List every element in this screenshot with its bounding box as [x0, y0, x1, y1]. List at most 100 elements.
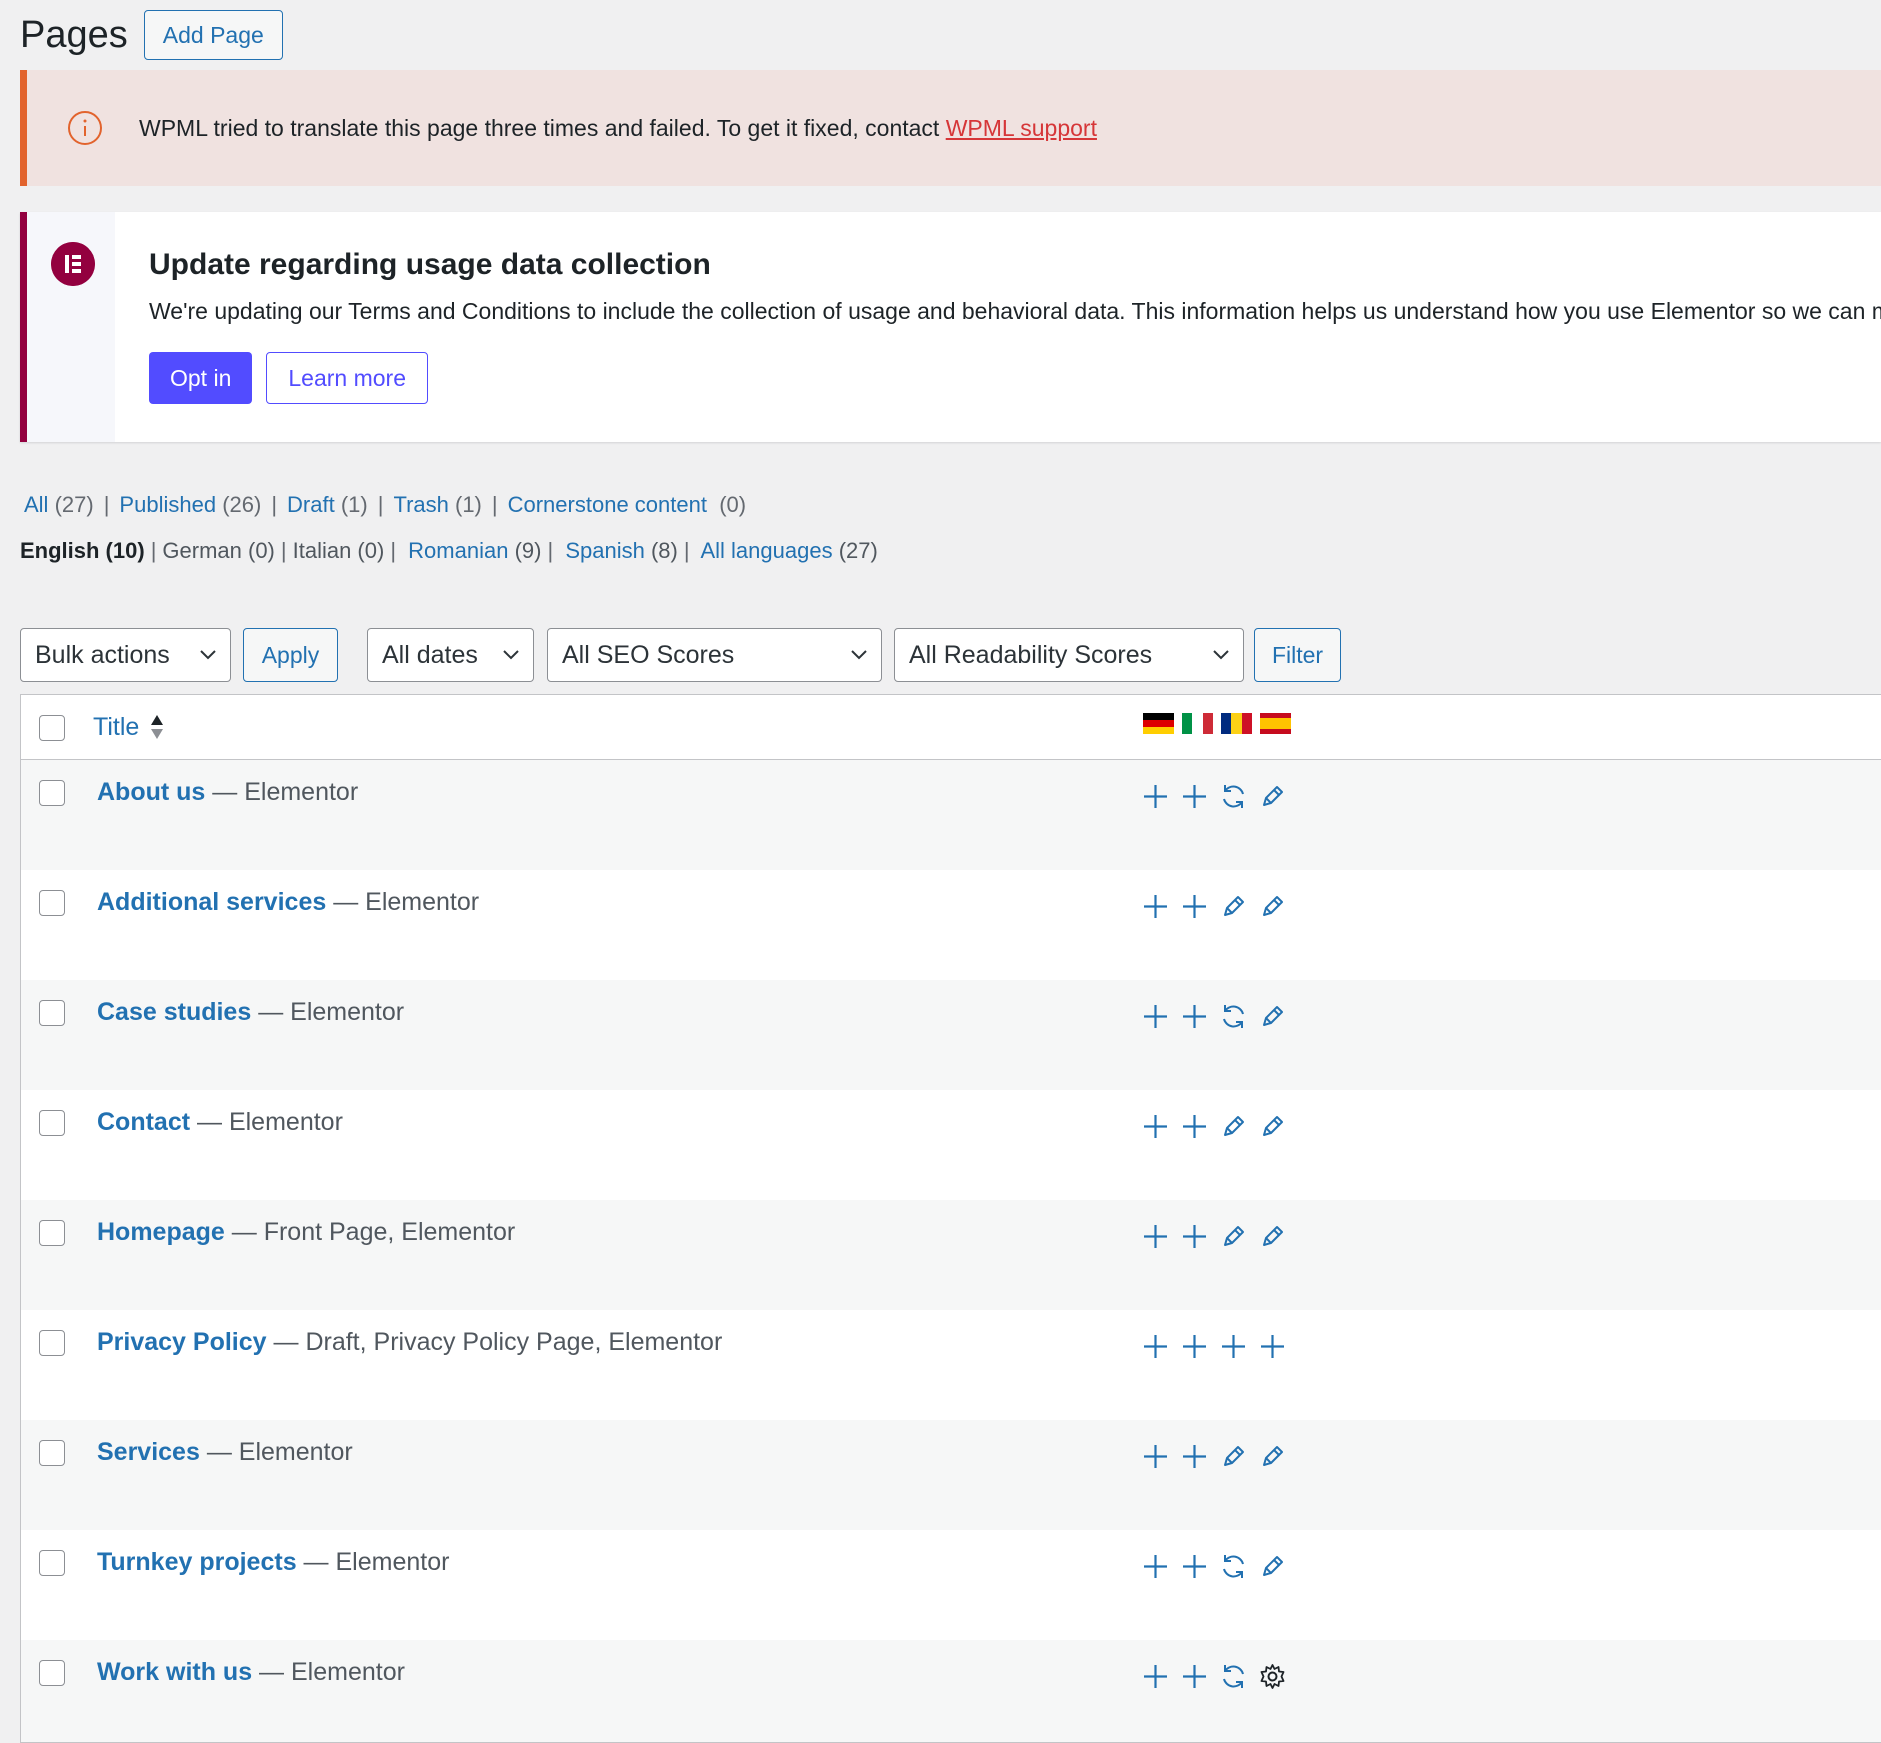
- edit-translation-icon[interactable]: [1219, 1112, 1248, 1146]
- row-title: Turnkey projects — Elementor: [97, 1548, 449, 1577]
- romanian-flag-icon[interactable]: [1221, 713, 1252, 734]
- refresh-translation-icon[interactable]: [1219, 1002, 1248, 1036]
- separator: |: [377, 492, 384, 517]
- edit-translation-icon[interactable]: [1258, 1112, 1287, 1146]
- add-translation-icon[interactable]: [1180, 1552, 1209, 1586]
- add-translation-icon[interactable]: [1180, 1002, 1209, 1036]
- refresh-translation-icon[interactable]: [1219, 782, 1248, 816]
- chevron-down-icon: [1213, 650, 1229, 660]
- page-title-link[interactable]: Additional services: [97, 888, 326, 916]
- opt-in-button[interactable]: Opt in: [149, 352, 253, 404]
- refresh-translation-icon[interactable]: [1219, 1662, 1248, 1696]
- filter-published[interactable]: Published: [119, 492, 216, 517]
- readability-scores-select[interactable]: All Readability Scores: [894, 628, 1244, 682]
- elementor-notice-actions: Opt in Learn more: [149, 352, 428, 404]
- wpml-support-link[interactable]: WPML support: [946, 115, 1097, 141]
- table-row: Turnkey projects — Elementor: [21, 1530, 1881, 1640]
- page-title-link[interactable]: Homepage: [97, 1218, 225, 1246]
- edit-translation-icon[interactable]: [1219, 1442, 1248, 1476]
- apply-button[interactable]: Apply: [243, 628, 338, 682]
- bulk-actions-value: Bulk actions: [35, 640, 170, 669]
- add-translation-icon[interactable]: [1141, 1222, 1170, 1256]
- select-all-checkbox[interactable]: [39, 715, 65, 741]
- add-translation-icon[interactable]: [1258, 1332, 1287, 1366]
- row-checkbox[interactable]: [39, 890, 65, 916]
- row-checkbox[interactable]: [39, 1330, 65, 1356]
- page-title-link[interactable]: Work with us: [97, 1658, 252, 1686]
- language-count: (9): [514, 538, 542, 563]
- seo-scores-select[interactable]: All SEO Scores: [547, 628, 882, 682]
- page-state: — Front Page, Elementor: [224, 1218, 516, 1246]
- row-checkbox[interactable]: [39, 1220, 65, 1246]
- row-checkbox[interactable]: [39, 1110, 65, 1136]
- page-title-link[interactable]: Contact: [97, 1108, 190, 1136]
- spanish-flag-icon[interactable]: [1260, 713, 1291, 734]
- row-checkbox[interactable]: [39, 1440, 65, 1466]
- dates-select[interactable]: All dates: [367, 628, 534, 682]
- edit-translation-icon[interactable]: [1258, 1002, 1287, 1036]
- filter-button[interactable]: Filter: [1254, 628, 1341, 682]
- language-all[interactable]: All languages: [700, 538, 832, 563]
- add-translation-icon[interactable]: [1141, 1442, 1170, 1476]
- language-romanian[interactable]: Romanian: [408, 538, 508, 563]
- learn-more-button[interactable]: Learn more: [266, 352, 428, 404]
- add-page-button[interactable]: Add Page: [143, 10, 283, 60]
- page-state: — Elementor: [199, 1438, 353, 1466]
- filter-trash[interactable]: Trash: [393, 492, 448, 517]
- bulk-actions-select[interactable]: Bulk actions: [20, 628, 231, 682]
- gear-icon[interactable]: [1258, 1662, 1287, 1696]
- separator: |: [547, 538, 554, 563]
- filter-draft[interactable]: Draft: [287, 492, 335, 517]
- page-title-link[interactable]: Turnkey projects: [97, 1548, 297, 1576]
- table-row: Contact — Elementor: [21, 1090, 1881, 1200]
- sort-icon[interactable]: [149, 713, 165, 741]
- row-checkbox[interactable]: [39, 1000, 65, 1026]
- add-translation-icon[interactable]: [1219, 1332, 1248, 1366]
- page-title-link[interactable]: About us: [97, 778, 205, 806]
- add-translation-icon[interactable]: [1141, 1662, 1170, 1696]
- page-title-link[interactable]: Case studies: [97, 998, 251, 1026]
- add-translation-icon[interactable]: [1141, 1332, 1170, 1366]
- add-translation-icon[interactable]: [1180, 892, 1209, 926]
- edit-translation-icon[interactable]: [1258, 892, 1287, 926]
- page-title: Pages: [20, 13, 128, 56]
- add-translation-icon[interactable]: [1180, 782, 1209, 816]
- language-spanish[interactable]: Spanish: [565, 538, 645, 563]
- add-translation-icon[interactable]: [1141, 892, 1170, 926]
- filter-all[interactable]: All: [24, 492, 48, 517]
- italian-flag-icon[interactable]: [1182, 713, 1213, 734]
- edit-translation-icon[interactable]: [1219, 892, 1248, 926]
- separator: |: [491, 492, 498, 517]
- add-translation-icon[interactable]: [1180, 1222, 1209, 1256]
- add-translation-icon[interactable]: [1180, 1332, 1209, 1366]
- row-checkbox[interactable]: [39, 780, 65, 806]
- add-translation-icon[interactable]: [1180, 1442, 1209, 1476]
- add-translation-icon[interactable]: [1141, 1112, 1170, 1146]
- status-filters: All (27) | Published (26) | Draft (1) | Trash …: [24, 492, 746, 518]
- add-translation-icon[interactable]: [1141, 1552, 1170, 1586]
- row-title: Work with us — Elementor: [97, 1658, 405, 1687]
- german-flag-icon[interactable]: [1143, 713, 1174, 734]
- row-checkbox[interactable]: [39, 1660, 65, 1686]
- page-title-link[interactable]: Privacy Policy: [97, 1328, 267, 1356]
- column-title-header[interactable]: Title: [93, 713, 139, 742]
- filter-cornerstone[interactable]: Cornerstone content: [508, 492, 707, 517]
- row-title: Services — Elementor: [97, 1438, 353, 1467]
- add-translation-icon[interactable]: [1141, 782, 1170, 816]
- add-translation-icon[interactable]: [1180, 1112, 1209, 1146]
- edit-translation-icon[interactable]: [1258, 1552, 1287, 1586]
- edit-translation-icon[interactable]: [1258, 1442, 1287, 1476]
- row-checkbox[interactable]: [39, 1550, 65, 1576]
- edit-translation-icon[interactable]: [1219, 1222, 1248, 1256]
- page-title-link[interactable]: Services: [97, 1438, 200, 1466]
- add-translation-icon[interactable]: [1141, 1002, 1170, 1036]
- edit-translation-icon[interactable]: [1258, 782, 1287, 816]
- edit-translation-icon[interactable]: [1258, 1222, 1287, 1256]
- refresh-translation-icon[interactable]: [1219, 1552, 1248, 1586]
- translation-actions: [1141, 1442, 1287, 1476]
- elementor-notice-sidebar: [27, 212, 115, 442]
- table-row: Additional services — Elementor: [21, 870, 1881, 980]
- add-translation-icon[interactable]: [1180, 1662, 1209, 1696]
- language-flags: [1143, 713, 1291, 734]
- translation-actions: [1141, 1662, 1287, 1696]
